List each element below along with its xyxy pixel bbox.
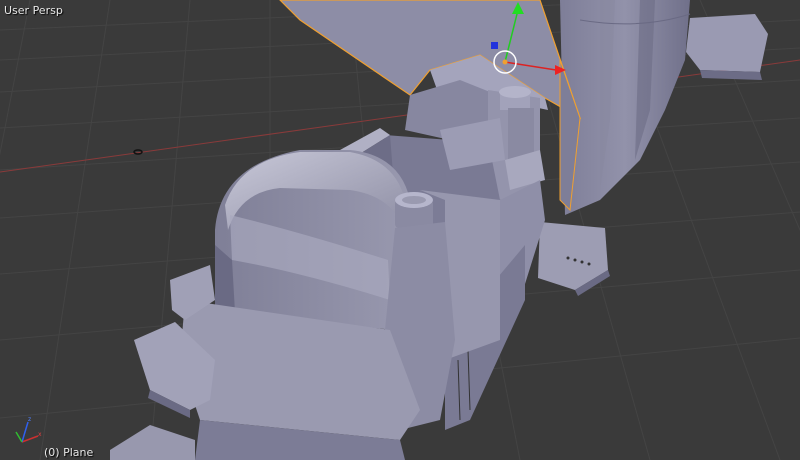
y-axis-icon	[15, 431, 23, 443]
axis-orientation-indicator: x z	[15, 416, 42, 443]
top-right-block[interactable]	[686, 14, 768, 80]
3d-scene[interactable]	[0, 0, 800, 460]
z-axis-icon	[21, 421, 29, 443]
dome-mesh[interactable]	[560, 0, 691, 215]
view-name-label: User Persp	[4, 4, 63, 17]
right-bracket[interactable]	[538, 222, 610, 296]
z-handle-blue	[491, 42, 498, 49]
tank-cap[interactable]	[395, 192, 433, 228]
svg-text:x: x	[38, 431, 42, 438]
3d-viewport[interactable]: User Persp x z (0) Plane	[0, 0, 800, 460]
bottom-left-chunk[interactable]	[110, 425, 195, 460]
svg-text:z: z	[28, 416, 31, 423]
active-object-label: (0) Plane	[44, 446, 94, 459]
x-axis-icon	[21, 435, 39, 443]
